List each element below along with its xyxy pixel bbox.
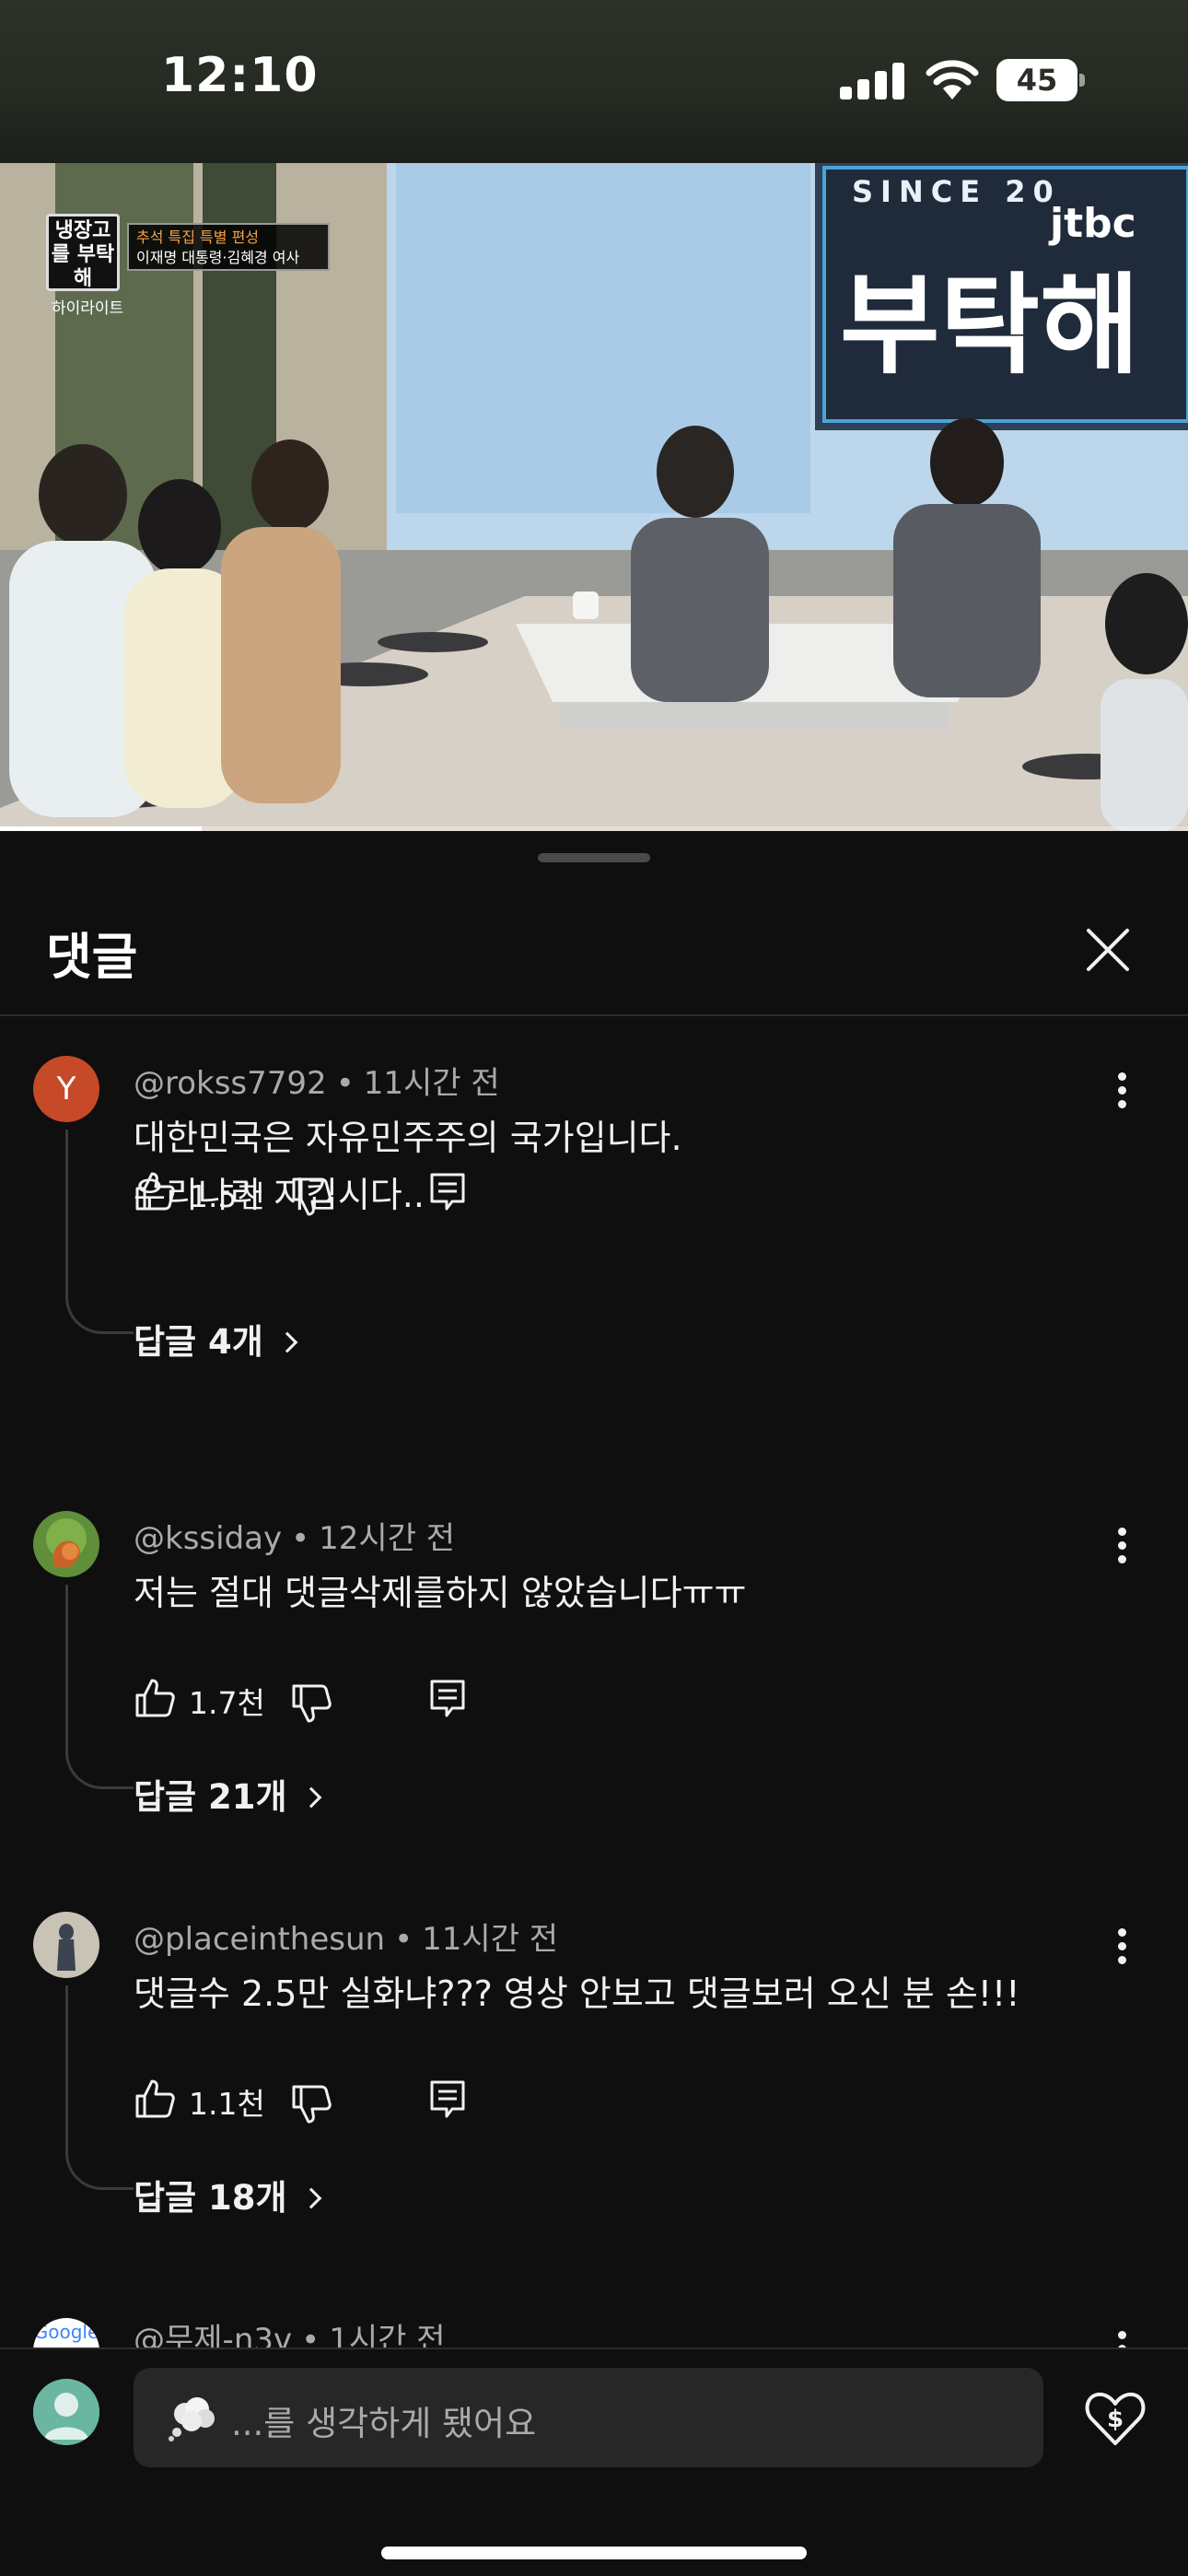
svg-text:$: $: [1107, 2406, 1124, 2433]
avatar[interactable]: [33, 1511, 99, 1577]
sheet-divider: [0, 1014, 1188, 1016]
comment-item: @kssiday • 12시간 전 저는 절대 댓글삭제를하지 않았습니다ㅠㅠ 1.…: [0, 1511, 1188, 1817]
comment-input-placeholder: ...를 생각하게 됐어요: [231, 2404, 537, 2443]
wifi-icon: [926, 60, 979, 100]
show-logo: 냉장고를 부탁해: [46, 214, 120, 291]
comments-sheet: 댓글 Y @rokss7792 • 11시간 전 대한민국은 자유민주주의 국가입니…: [0, 831, 1188, 2576]
home-indicator[interactable]: [381, 2547, 807, 2559]
comment-actions: 1.1천: [134, 2074, 502, 2129]
replies-count: 답글 21개: [134, 1777, 287, 1817]
cellular-signal-icon: [840, 63, 906, 100]
comment-actions: 1.7천: [134, 1673, 502, 1728]
comment-text-line: 댓글수 2.5만 실화냐??? 영상 안보고 댓글보러 오신 분 손!!!: [134, 1973, 1020, 2014]
comment-author[interactable]: @rokss7792: [134, 1065, 327, 1102]
comment-author[interactable]: @무제-n3v: [134, 2322, 292, 2349]
episode-caption: 추석 특집 특별 편성 이재명 대통령·김혜경 여사: [127, 223, 330, 271]
comment-meta: @무제-n3v • 1시간 전: [134, 2314, 445, 2349]
thumbs-down-icon[interactable]: [290, 2083, 332, 2125]
thread-line: [65, 1985, 134, 2190]
replies-count: 답글 18개: [134, 2178, 287, 2218]
comment-text: 댓글수 2.5만 실화냐??? 영상 안보고 댓글보러 오신 분 손!!!: [134, 1965, 1019, 2022]
more-options-icon[interactable]: [1105, 2325, 1138, 2349]
sheet-title: 댓글: [46, 928, 138, 986]
like-count: 1.1천: [189, 2086, 265, 2122]
comment-author[interactable]: @kssiday: [134, 1520, 282, 1557]
comment-text-line: 대한민국은 자유민주주의 국가입니다.: [134, 1118, 682, 1158]
comment-author[interactable]: @placeinthesun: [134, 1921, 385, 1958]
status-bar: 12:10 45: [0, 0, 1188, 163]
comment-input[interactable]: ...를 생각하게 됐어요: [134, 2368, 1043, 2467]
like-count: 1.5천: [189, 1178, 265, 1214]
avatar[interactable]: Y: [33, 1056, 99, 1122]
my-avatar[interactable]: [33, 2379, 99, 2445]
thumbs-up-icon[interactable]: [134, 1170, 176, 1212]
avatar[interactable]: Google: [33, 2318, 99, 2349]
chevron-right-icon: [300, 1786, 321, 1809]
reply-icon[interactable]: [426, 1170, 469, 1212]
thumbs-down-icon[interactable]: [290, 1176, 332, 1218]
video-player[interactable]: 냉장고를 부탁해 추석 특집 특별 편성 이재명 대통령·김혜경 여사 하이라이…: [0, 163, 1188, 831]
avatar-text: Google: [33, 2321, 99, 2343]
like-count: 1.7천: [189, 1685, 265, 1721]
set-sign-small: SINCE 20: [852, 174, 1061, 209]
comment-item: Y @rokss7792 • 11시간 전 대한민국은 자유민주주의 국가입니다. …: [0, 1056, 1188, 1369]
comment-item: @placeinthesun • 11시간 전 댓글수 2.5만 실화냐??? 영상…: [0, 1912, 1188, 2218]
channel-logo: jtbc: [1050, 200, 1136, 247]
comment-time: 12시간 전: [319, 1520, 456, 1557]
comment-time: 11시간 전: [363, 1065, 500, 1102]
comment-time: 11시간 전: [422, 1921, 559, 1958]
drag-handle[interactable]: [538, 853, 650, 862]
chevron-right-icon: [276, 1331, 298, 1353]
comment-meta: @placeinthesun • 11시간 전: [134, 1921, 559, 1958]
set-sign-large: 부탁해: [840, 262, 1140, 389]
thought-bubble-icon: [169, 2397, 215, 2441]
view-replies-button[interactable]: 답글 21개: [134, 1769, 321, 1819]
thumbs-up-icon[interactable]: [134, 1677, 176, 1719]
more-options-icon[interactable]: [1105, 1923, 1138, 1978]
more-options-icon[interactable]: [1105, 1067, 1138, 1122]
replies-count: 답글 4개: [134, 1322, 263, 1362]
chevron-right-icon: [300, 2187, 321, 2209]
view-replies-button[interactable]: 답글 4개: [134, 1314, 298, 1364]
battery-level: 45: [1016, 63, 1058, 98]
comment-meta: @rokss7792 • 11시간 전: [134, 1065, 500, 1102]
reply-icon[interactable]: [426, 2078, 469, 2120]
thumbs-up-icon[interactable]: [134, 2078, 176, 2120]
close-icon[interactable]: [1077, 919, 1138, 980]
more-options-icon[interactable]: [1105, 1522, 1138, 1577]
comment-time: 1시간 전: [329, 2322, 446, 2349]
thread-line: [65, 1585, 134, 1789]
episode-caption-line1: 추석 특집 특별 편성: [136, 228, 260, 246]
status-time: 12:10: [161, 48, 319, 103]
comment-composer: ...를 생각하게 됐어요 $: [0, 2348, 1188, 2576]
thumbs-down-icon[interactable]: [290, 1682, 332, 1725]
episode-caption-line2: 이재명 대통령·김혜경 여사: [136, 249, 300, 266]
battery-icon: 45: [996, 59, 1085, 101]
view-replies-button[interactable]: 답글 18개: [134, 2170, 321, 2219]
comment-item: Google @무제-n3v • 1시간 전: [0, 2298, 1188, 2349]
comment-text: 저는 절대 댓글삭제를하지 않았습니다ㅠㅠ: [134, 1564, 747, 1622]
avatar[interactable]: [33, 1912, 99, 1978]
super-thanks-icon[interactable]: $: [1083, 2386, 1147, 2451]
comment-text-line: 저는 절대 댓글삭제를하지 않았습니다ㅠㅠ: [134, 1573, 747, 1613]
reply-icon[interactable]: [426, 1677, 469, 1719]
comment-meta: @kssiday • 12시간 전: [134, 1520, 456, 1557]
thread-line: [65, 1130, 134, 1334]
comment-actions: 1.5천: [134, 1166, 502, 1222]
highlight-label: 하이라이트: [52, 299, 124, 318]
